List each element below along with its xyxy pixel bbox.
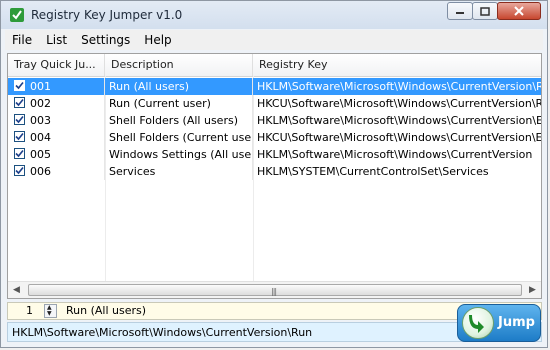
- menu-settings[interactable]: Settings: [74, 33, 137, 47]
- column-header-tray-quick-jump[interactable]: Tray Quick Ju...: [8, 54, 105, 76]
- menu-help[interactable]: Help: [137, 33, 178, 47]
- row-id: 002: [30, 97, 51, 110]
- row-registry-key: HKCU\Software\Microsoft\Windows\CurrentV…: [257, 131, 542, 144]
- menu-list[interactable]: List: [39, 33, 74, 47]
- row-id: 001: [30, 80, 51, 93]
- jump-arrow-icon: [462, 307, 494, 339]
- window-controls: [447, 2, 541, 20]
- table-row[interactable]: 002 Run (Current user) HKCU\Software\Micro…: [8, 95, 541, 112]
- checkmark-icon: [15, 98, 24, 107]
- scroll-right-icon[interactable]: ▶: [524, 282, 541, 298]
- row-id: 004: [30, 131, 51, 144]
- spinner-down-icon[interactable]: ▼: [47, 311, 52, 317]
- row-id: 005: [30, 148, 51, 161]
- app-icon: [9, 7, 25, 23]
- row-description: Windows Settings (All users): [105, 146, 253, 163]
- window-title: Registry Key Jumper v1.0: [31, 8, 183, 22]
- title-bar: Registry Key Jumper v1.0: [1, 1, 547, 29]
- row-description: Run (All users): [105, 78, 253, 95]
- jump-button-label: Jump: [498, 315, 535, 330]
- app-window: Registry Key Jumper v1.0 File List Setti…: [0, 0, 548, 348]
- checkmark-icon: [15, 149, 24, 158]
- checkmark-icon: [15, 132, 24, 141]
- scroll-left-icon[interactable]: ◀: [8, 282, 25, 298]
- checkmark-icon: [15, 166, 24, 175]
- row-description: Run (Current user): [105, 95, 253, 112]
- row-description: Shell Folders (All users): [105, 112, 253, 129]
- row-quick-jump-cell: 006: [8, 163, 105, 180]
- menu-file[interactable]: File: [5, 33, 39, 47]
- menu-bar: File List Settings Help: [5, 30, 543, 50]
- close-button[interactable]: [497, 2, 541, 20]
- scrollbar-thumb[interactable]: |||: [28, 284, 522, 296]
- selected-entry-name: Run (All users): [66, 304, 147, 317]
- grip-icon: |||: [271, 287, 277, 296]
- registry-path-text: HKLM\Software\Microsoft\Windows\CurrentV…: [12, 326, 313, 339]
- row-checkbox[interactable]: [14, 114, 25, 125]
- table-row[interactable]: 006 Services HKLM\SYSTEM\CurrentControlSet…: [8, 163, 541, 180]
- checkmark-icon: [15, 115, 24, 124]
- registry-key-list[interactable]: Tray Quick Ju... Description Registry Ke…: [7, 53, 542, 299]
- checkmark-icon: [15, 81, 24, 90]
- table-row[interactable]: 003 Shell Folders (All users) HKLM\Softwar…: [8, 112, 541, 129]
- column-header-registry-key[interactable]: Registry Key: [253, 54, 541, 76]
- row-quick-jump-cell: 004: [8, 129, 105, 146]
- horizontal-scrollbar[interactable]: ◀ ||| ▶: [8, 281, 541, 298]
- jump-button[interactable]: Jump: [457, 304, 541, 342]
- row-registry-key: HKCU\Software\Microsoft\Windows\CurrentV…: [257, 97, 542, 110]
- entry-spinner[interactable]: ▲ ▼: [44, 304, 57, 318]
- row-checkbox[interactable]: [14, 80, 25, 91]
- row-quick-jump-cell: 005: [8, 146, 105, 163]
- row-id: 006: [30, 165, 51, 178]
- row-description: Shell Folders (Current user): [105, 129, 253, 146]
- entry-number[interactable]: 1: [26, 304, 33, 317]
- table-row[interactable]: 001 Run (All users) HKLM\Software\Microsof…: [8, 78, 541, 95]
- maximize-button[interactable]: [472, 2, 498, 20]
- column-header-description[interactable]: Description: [105, 54, 253, 76]
- row-quick-jump-cell: 001: [8, 78, 105, 95]
- close-icon: [514, 6, 524, 16]
- row-checkbox[interactable]: [14, 165, 25, 176]
- row-quick-jump-cell: 003: [8, 112, 105, 129]
- row-registry-key: HKLM\SYSTEM\CurrentControlSet\Services: [257, 165, 489, 178]
- row-registry-key: HKLM\Software\Microsoft\Windows\CurrentV…: [257, 80, 542, 93]
- row-registry-key: HKLM\Software\Microsoft\Windows\CurrentV…: [257, 148, 533, 161]
- minimize-icon: [456, 12, 464, 14]
- row-id: 003: [30, 114, 51, 127]
- row-checkbox[interactable]: [14, 131, 25, 142]
- row-registry-key: HKLM\Software\Microsoft\Windows\CurrentV…: [257, 114, 542, 127]
- table-row[interactable]: 005 Windows Settings (All users) HKLM\Soft…: [8, 146, 541, 163]
- row-checkbox[interactable]: [14, 97, 25, 108]
- list-header: Tray Quick Ju... Description Registry Ke…: [8, 54, 541, 77]
- row-quick-jump-cell: 002: [8, 95, 105, 112]
- row-checkbox[interactable]: [14, 148, 25, 159]
- minimize-button[interactable]: [447, 2, 473, 20]
- table-row[interactable]: 004 Shell Folders (Current user) HKCU\Soft…: [8, 129, 541, 146]
- maximize-icon: [480, 6, 490, 16]
- row-description: Services: [105, 163, 253, 180]
